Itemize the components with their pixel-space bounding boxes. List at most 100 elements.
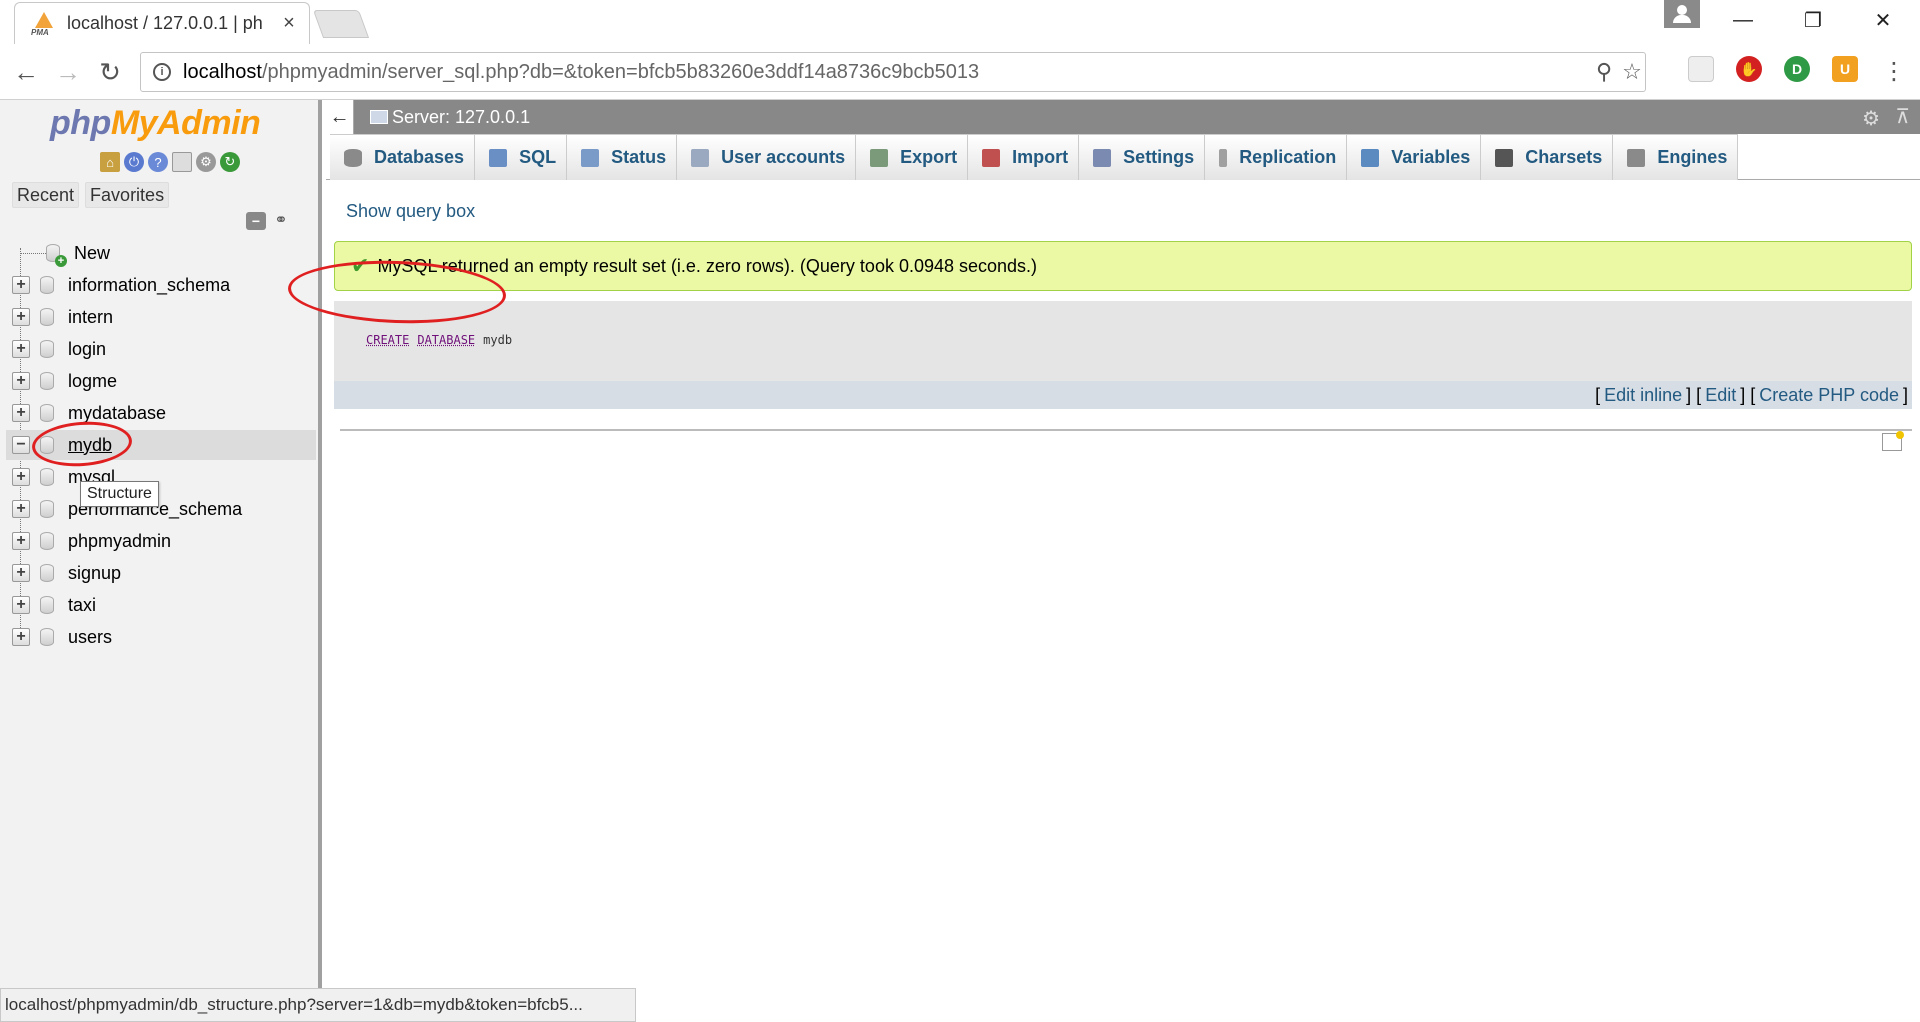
edit-inline-link[interactable]: Edit inline (1604, 385, 1682, 406)
expand-icon[interactable]: + (12, 372, 30, 390)
edit-link[interactable]: Edit (1705, 385, 1736, 406)
expand-icon[interactable]: + (12, 500, 30, 518)
settings-gear-icon[interactable]: ⚙ (196, 152, 216, 172)
sql-keyword-database[interactable]: DATABASE (417, 333, 475, 347)
tree-item-intern[interactable]: + intern (6, 302, 316, 332)
tree-item-logme[interactable]: + logme (6, 366, 316, 396)
tree-item-users[interactable]: + users (6, 622, 316, 652)
sql-query-display: CREATE DATABASE mydb (334, 301, 1912, 381)
tab-export[interactable]: Export (856, 134, 969, 180)
success-text: MySQL returned an empty result set (i.e.… (377, 255, 1038, 276)
help-icon[interactable]: ? (148, 152, 168, 172)
variables-icon (1361, 148, 1380, 167)
tab-close-icon[interactable]: × (279, 12, 299, 35)
docs-icon[interactable] (172, 152, 192, 172)
browser-tab[interactable]: PMA localhost / 127.0.0.1 | ph × (14, 2, 310, 44)
maximize-button[interactable]: ❐ (1784, 0, 1842, 40)
tab-sql[interactable]: SQL (475, 134, 568, 180)
collapse-icon[interactable]: − (12, 436, 30, 454)
minimize-button[interactable]: — (1714, 0, 1772, 40)
reload-button[interactable]: ↻ (94, 56, 126, 88)
tree-item-taxi[interactable]: + taxi (6, 590, 316, 620)
tree-item-label: New (74, 242, 111, 263)
sql-keyword-create[interactable]: CREATE (366, 333, 409, 347)
reload-nav-icon[interactable]: ↻ (220, 152, 240, 172)
tree-item-mydb[interactable]: − mydb (6, 430, 316, 460)
expand-icon[interactable]: + (12, 308, 30, 326)
extension-orange-icon[interactable]: U (1832, 56, 1858, 82)
adblock-icon[interactable]: ✋ (1736, 56, 1762, 82)
tab-import[interactable]: Import (968, 134, 1080, 180)
tab-user-accounts[interactable]: User accounts (677, 134, 857, 180)
tree-item-information-schema[interactable]: + information_schema (6, 270, 316, 300)
collapse-all-icon[interactable]: − (246, 212, 266, 230)
page-settings-gear-icon[interactable]: ⚙ (1862, 106, 1880, 131)
database-icon (40, 500, 54, 518)
phpmyadmin-logo[interactable]: phpMyAdmin (50, 104, 261, 143)
server-breadcrumb[interactable]: Server: 127.0.0.1 (370, 100, 530, 134)
profile-icon[interactable] (1664, 0, 1700, 28)
tree-item-label: login (68, 338, 107, 359)
tab-favorites[interactable]: Favorites (85, 182, 170, 208)
expand-icon[interactable]: + (12, 468, 30, 486)
browser-window: PMA localhost / 127.0.0.1 | ph × — ❐ ✕ ←… (0, 0, 1920, 1022)
phpmyadmin-favicon-icon: PMA (31, 11, 57, 37)
import-icon (982, 148, 1001, 167)
database-icon (40, 564, 54, 582)
tab-recent[interactable]: Recent (12, 182, 80, 208)
query-actions-bar: [ Edit inline ] [ Edit ] [ Create PHP co… (334, 381, 1912, 409)
browser-menu-icon[interactable]: ⋮ (1882, 56, 1906, 88)
tree-item-mysql[interactable]: + mysql (6, 462, 316, 492)
server-icon (370, 110, 388, 124)
info-icon[interactable]: i (153, 63, 171, 81)
link-with-main-icon[interactable]: ⚭ (270, 212, 292, 230)
extension-green-icon[interactable]: D (1784, 56, 1810, 82)
tree-item-signup[interactable]: + signup (6, 558, 316, 588)
show-query-box-link[interactable]: Show query box (346, 201, 475, 222)
create-php-code-link[interactable]: Create PHP code (1759, 385, 1899, 406)
tree-item-label: phpmyadmin (68, 530, 172, 551)
back-button[interactable]: ← (10, 56, 42, 88)
tree-item-login[interactable]: + login (6, 334, 316, 364)
tab-engines[interactable]: Engines (1613, 134, 1739, 180)
tab-charsets[interactable]: Charsets (1481, 134, 1614, 180)
home-icon[interactable]: ⌂ (100, 152, 120, 172)
tab-variables[interactable]: Variables (1347, 134, 1482, 180)
tab-status[interactable]: Status (567, 134, 678, 180)
new-tab-button[interactable] (312, 10, 370, 38)
tree-item-label: logme (68, 370, 118, 391)
logout-icon[interactable]: ⏻ (124, 152, 144, 172)
database-icon (40, 436, 54, 454)
tree-item-new[interactable]: New (6, 238, 316, 268)
expand-icon[interactable]: + (12, 340, 30, 358)
tab-settings[interactable]: Settings (1079, 134, 1206, 180)
collapse-top-icon[interactable]: ⊼ (1895, 104, 1910, 129)
wrench-icon (1093, 148, 1112, 167)
zoom-icon[interactable]: ⚲ (1591, 59, 1617, 85)
expand-icon[interactable]: + (12, 596, 30, 614)
tree-item-phpmyadmin[interactable]: + phpmyadmin (6, 526, 316, 556)
success-message: ✔ MySQL returned an empty result set (i.… (334, 241, 1912, 291)
expand-icon[interactable]: + (12, 628, 30, 646)
address-bar[interactable]: i localhost/phpmyadmin/server_sql.php?db… (140, 52, 1646, 92)
hide-panel-arrow-icon[interactable]: ← (326, 100, 354, 134)
tab-databases[interactable]: Databases (330, 134, 476, 180)
expand-icon[interactable]: + (12, 276, 30, 294)
console-toggle-icon[interactable] (1882, 431, 1904, 451)
url-host: localhost (183, 60, 262, 83)
tree-item-performance-schema[interactable]: + performance_schema (6, 494, 316, 524)
expand-icon[interactable]: + (12, 532, 30, 550)
close-window-button[interactable]: ✕ (1854, 0, 1912, 40)
tab-replication[interactable]: Replication (1205, 134, 1348, 180)
forward-button[interactable]: → (52, 56, 84, 88)
database-icon (40, 372, 54, 390)
sql-code: CREATE DATABASE mydb (366, 333, 512, 347)
extension-page-icon[interactable] (1688, 56, 1714, 82)
new-database-icon (46, 244, 67, 267)
database-icon (40, 532, 54, 550)
tree-item-mydatabase[interactable]: + mydatabase (6, 398, 316, 428)
expand-icon[interactable]: + (12, 404, 30, 422)
replication-icon (1219, 148, 1228, 167)
bookmark-star-icon[interactable]: ☆ (1619, 59, 1645, 85)
expand-icon[interactable]: + (12, 564, 30, 582)
